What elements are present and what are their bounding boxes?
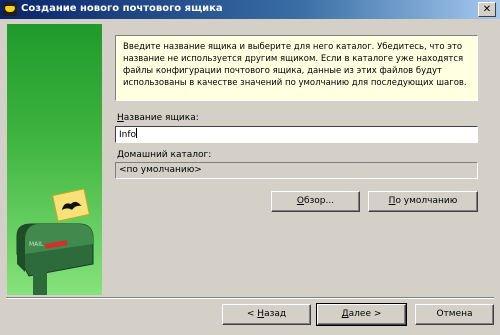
mailbox-label: MAIL [29,241,44,248]
default-button[interactable]: По умолчанию [368,191,478,212]
intro-text: Введите название ящика и выберите для не… [115,35,478,101]
mailbox-icon: MAIL [16,188,94,295]
browse-button[interactable]: Обзор... [271,191,360,212]
mailbox-name-input[interactable]: Info [115,126,478,143]
mailbox-name-label: Название ящика: [117,113,199,123]
home-dir-field: <по умолчанию> [115,162,478,179]
title-bar[interactable]: Создание нового почтового ящика ✕ [0,0,500,19]
bat-app-icon[interactable] [3,2,17,16]
close-button[interactable]: ✕ [478,2,496,17]
footer-separator [6,297,494,299]
wizard-window: Создание нового почтового ящика ✕ MAIL В… [0,0,500,335]
window-title: Создание нового почтового ящика [21,3,223,14]
home-dir-label: Домашний каталог: [117,150,212,160]
cancel-button[interactable]: Отмена [415,304,494,325]
stamp-icon [52,188,90,222]
side-illustration: MAIL [7,24,102,295]
back-button[interactable]: < Назад [222,304,311,325]
next-button[interactable]: Далее > [316,303,407,326]
